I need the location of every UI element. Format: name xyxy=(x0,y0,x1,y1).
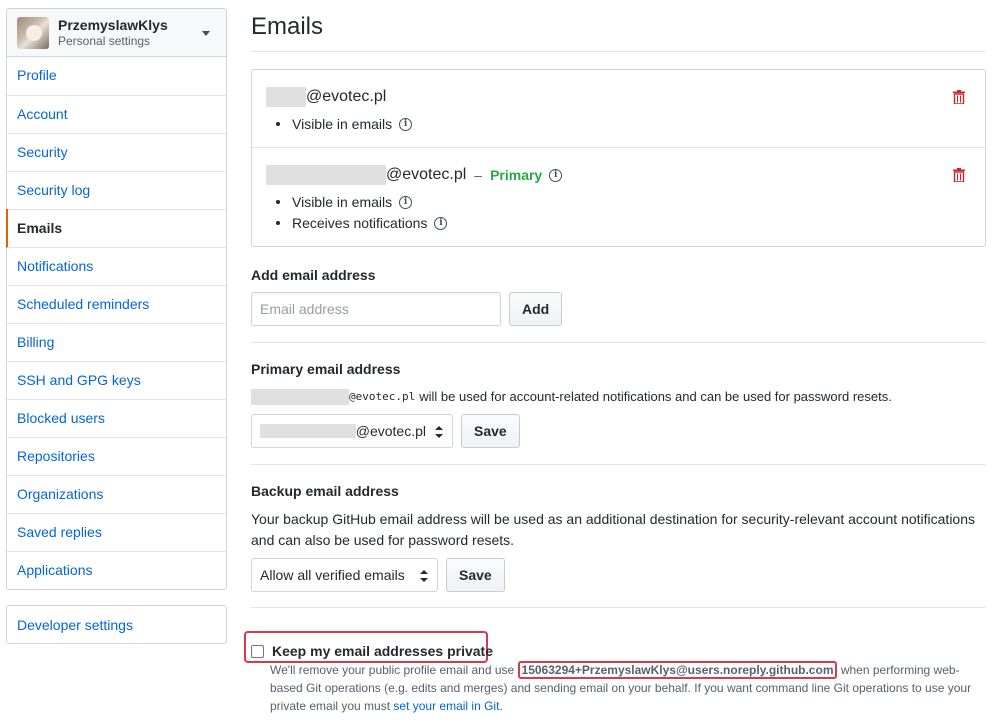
sidebar-item-emails[interactable]: Emails xyxy=(6,209,226,248)
primary-email-mono: @evotec.pl xyxy=(349,390,416,403)
backup-email-description: Your backup GitHub email address will be… xyxy=(251,511,976,548)
private-email-note: We'll remove your public profile email a… xyxy=(270,661,972,713)
user-name: PrzemyslawKlys xyxy=(58,17,168,33)
notifications-item: Receives notifications i xyxy=(266,213,971,234)
avatar xyxy=(17,16,49,49)
sidebar-item-security-log[interactable]: Security log xyxy=(7,171,226,209)
sidebar-item-organizations[interactable]: Organizations xyxy=(7,475,226,513)
page-title: Emails xyxy=(251,12,986,52)
visibility-item: Visible in emails i xyxy=(266,192,971,213)
sidebar-item-developer-settings[interactable]: Developer settings xyxy=(6,605,227,644)
settings-sidebar: PrzemyslawKlys Personal settings Profile… xyxy=(6,8,227,644)
sidebar-item-saved-replies[interactable]: Saved replies xyxy=(7,513,226,551)
keep-private-label[interactable]: Keep my email addresses private xyxy=(272,643,493,659)
sidebar-item-scheduled-reminders[interactable]: Scheduled reminders xyxy=(7,285,226,323)
redacted-text xyxy=(266,165,386,185)
save-primary-button[interactable]: Save xyxy=(461,414,520,448)
sidebar-item-profile[interactable]: Profile xyxy=(7,57,226,95)
info-icon[interactable]: i xyxy=(434,217,448,230)
email-address: @evotec.pl xyxy=(306,88,387,105)
select-arrows-icon xyxy=(435,426,443,438)
save-backup-button[interactable]: Save xyxy=(446,558,505,592)
sidebar-item-ssh-gpg-keys[interactable]: SSH and GPG keys xyxy=(7,361,226,399)
email-row: @evotec.pl – Primary i Visible in emails… xyxy=(252,147,985,246)
primary-badge: Primary xyxy=(490,167,543,183)
add-email-heading: Add email address xyxy=(251,267,376,283)
sidebar-item-applications[interactable]: Applications xyxy=(7,551,226,589)
sidebar-item-notifications[interactable]: Notifications xyxy=(7,247,226,285)
sidebar-item-billing[interactable]: Billing xyxy=(7,323,226,361)
sidebar-item-security[interactable]: Security xyxy=(7,133,226,171)
primary-email-heading: Primary email address xyxy=(251,361,401,377)
chevron-down-icon[interactable] xyxy=(202,31,210,36)
sidebar-item-blocked-users[interactable]: Blocked users xyxy=(7,399,226,437)
info-icon[interactable]: i xyxy=(549,168,563,182)
sidebar-item-repositories[interactable]: Repositories xyxy=(7,437,226,475)
set-email-in-git-link[interactable]: set your email in Git xyxy=(393,699,499,713)
trash-icon[interactable] xyxy=(953,168,965,182)
redacted-text xyxy=(251,389,349,405)
add-email-section: Add email address Add xyxy=(251,265,986,343)
primary-email-note: will be used for account-related notific… xyxy=(419,389,892,404)
redacted-text xyxy=(266,87,306,107)
private-email-option: Keep my email addresses private xyxy=(251,643,493,659)
main-content: Emails @evotec.pl Visible in emails i @ev… xyxy=(251,0,986,608)
info-icon[interactable]: i xyxy=(399,196,413,209)
backup-email-section: Backup email address Your backup GitHub … xyxy=(251,481,986,608)
noreply-email: 15063294+PrzemyslawKlys@users.noreply.gi… xyxy=(517,661,838,679)
keep-private-checkbox[interactable] xyxy=(251,644,264,658)
backup-email-select[interactable]: Allow all verified emails xyxy=(251,558,438,592)
email-address: @evotec.pl xyxy=(386,166,467,183)
email-list: @evotec.pl Visible in emails i @evotec.pl… xyxy=(251,69,986,247)
visibility-item: Visible in emails i xyxy=(266,114,971,135)
user-context-switcher[interactable]: PrzemyslawKlys Personal settings xyxy=(6,8,227,57)
user-subtitle: Personal settings xyxy=(58,34,151,48)
redacted-text xyxy=(260,424,356,438)
select-arrows-icon xyxy=(420,570,428,582)
email-row: @evotec.pl Visible in emails i xyxy=(252,70,985,147)
add-email-button[interactable]: Add xyxy=(509,292,563,326)
primary-email-section: Primary email address @evotec.pl will be… xyxy=(251,359,986,465)
backup-email-heading: Backup email address xyxy=(251,483,399,499)
sidebar-item-account[interactable]: Account xyxy=(7,95,226,133)
settings-menu: Profile Account Security Security log Em… xyxy=(6,57,227,590)
email-address-input[interactable] xyxy=(251,292,501,326)
trash-icon[interactable] xyxy=(953,90,965,104)
info-icon[interactable]: i xyxy=(399,118,413,131)
primary-email-select[interactable]: @evotec.pl xyxy=(251,414,453,448)
